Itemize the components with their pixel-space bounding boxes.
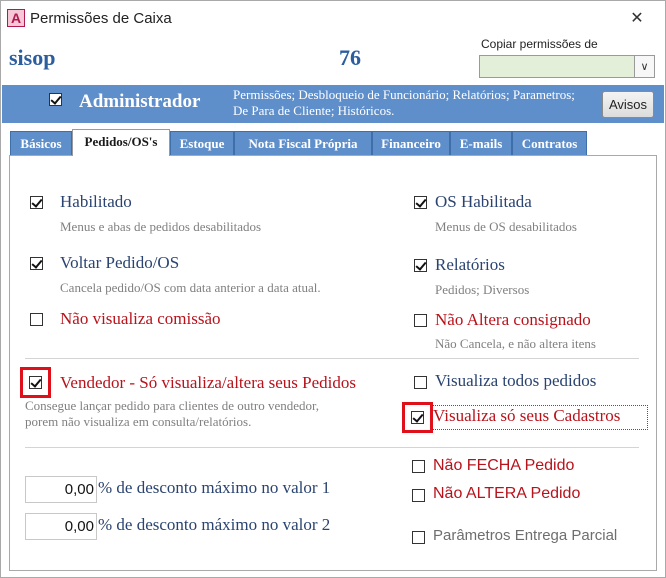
visualiza-todos-pedidos-label: Visualiza todos pedidos <box>435 371 597 390</box>
copy-permissions-label: Copiar permissões de <box>481 37 598 51</box>
desconto-valor-2-input[interactable]: 0,00 <box>25 513 97 540</box>
os-habilitada-description: Menus de OS desabilitados <box>435 219 577 234</box>
entrega-parcial-checkbox[interactable] <box>412 531 425 544</box>
tab-estoque[interactable]: Estoque <box>170 131 234 155</box>
vendedor-description-2: porem não visualiza em consulta/relatóri… <box>25 414 252 429</box>
nao-altera-consignado-checkbox[interactable] <box>414 314 427 327</box>
vendedor-checkbox[interactable] <box>29 376 42 389</box>
close-icon[interactable]: ✕ <box>626 7 648 29</box>
window-title: Permissões de Caixa <box>30 10 172 27</box>
administrador-label: Administrador <box>79 91 201 112</box>
nao-visualiza-comissao-checkbox[interactable] <box>30 313 43 326</box>
tab-nota-fiscal-propria[interactable]: Nota Fiscal Própria <box>234 131 372 155</box>
section-divider <box>25 358 639 359</box>
habilitado-checkbox[interactable] <box>30 196 43 209</box>
visualiza-seus-cadastros-checkbox[interactable] <box>411 411 424 424</box>
habilitado-label: Habilitado <box>60 192 132 211</box>
vendedor-description-1: Consegue lançar pedido para clientes de … <box>25 398 320 413</box>
relatorios-description: Pedidos; Diversos <box>435 282 530 297</box>
permissions-window: A Permissões de Caixa ✕ sisop 76 Copiar … <box>0 0 666 578</box>
voltar-pedido-description: Cancela pedido/OS com data anterior a da… <box>60 280 321 295</box>
access-app-icon: A <box>7 9 25 27</box>
relatorios-checkbox[interactable] <box>414 259 427 272</box>
section-divider <box>406 447 639 448</box>
tab-basicos[interactable]: Básicos <box>10 131 72 155</box>
administrador-checkbox[interactable] <box>49 93 62 106</box>
nao-altera-consignado-description: Não Cancela, e não altera itens <box>435 336 596 351</box>
nao-fecha-pedido-checkbox[interactable] <box>412 460 425 473</box>
visualiza-seus-cadastros-label: Visualiza só seus Cadastros <box>433 406 621 425</box>
tab-financeiro[interactable]: Financeiro <box>372 131 450 155</box>
tab-pedidos-os[interactable]: Pedidos/OS's <box>72 129 170 156</box>
tab-contratos[interactable]: Contratos <box>512 131 587 155</box>
title-bar: A Permissões de Caixa ✕ <box>1 1 665 35</box>
user-number: 76 <box>339 45 361 70</box>
nao-visualiza-comissao-label: Não visualiza comissão <box>60 309 221 328</box>
habilitado-description: Menus e abas de pedidos desabilitados <box>60 219 262 234</box>
nao-altera-pedido-label: Não ALTERA Pedido <box>433 485 581 502</box>
user-title: sisop <box>9 45 56 70</box>
avisos-button[interactable]: Avisos <box>602 91 654 118</box>
relatorios-label: Relatórios <box>435 255 505 274</box>
tab-emails[interactable]: E-mails <box>450 131 512 155</box>
nao-fecha-pedido-label: Não FECHA Pedido <box>433 457 575 474</box>
voltar-pedido-checkbox[interactable] <box>30 257 43 270</box>
nao-altera-consignado-label: Não Altera consignado <box>435 310 591 329</box>
vendedor-label: Vendedor - Só visualiza/altera seus Pedi… <box>60 373 357 392</box>
os-habilitada-label: OS Habilitada <box>435 192 532 211</box>
nao-altera-pedido-checkbox[interactable] <box>412 489 425 502</box>
tab-panel-pedidos <box>9 155 657 571</box>
os-habilitada-checkbox[interactable] <box>414 196 427 209</box>
administrador-description: Permissões; Desbloqueio de Funcionário; … <box>233 87 575 118</box>
desconto-valor-1-label: % de desconto máximo no valor 1 <box>98 478 331 497</box>
entrega-parcial-label: Parâmetros Entrega Parcial <box>433 527 618 544</box>
chevron-down-icon[interactable]: ∨ <box>634 56 654 77</box>
desconto-valor-1-input[interactable]: 0,00 <box>25 476 97 503</box>
copy-permissions-select[interactable]: ∨ <box>479 55 655 78</box>
voltar-pedido-label: Voltar Pedido/OS <box>60 253 180 272</box>
visualiza-todos-pedidos-checkbox[interactable] <box>414 376 427 389</box>
desconto-valor-2-label: % de desconto máximo no valor 2 <box>98 515 331 534</box>
